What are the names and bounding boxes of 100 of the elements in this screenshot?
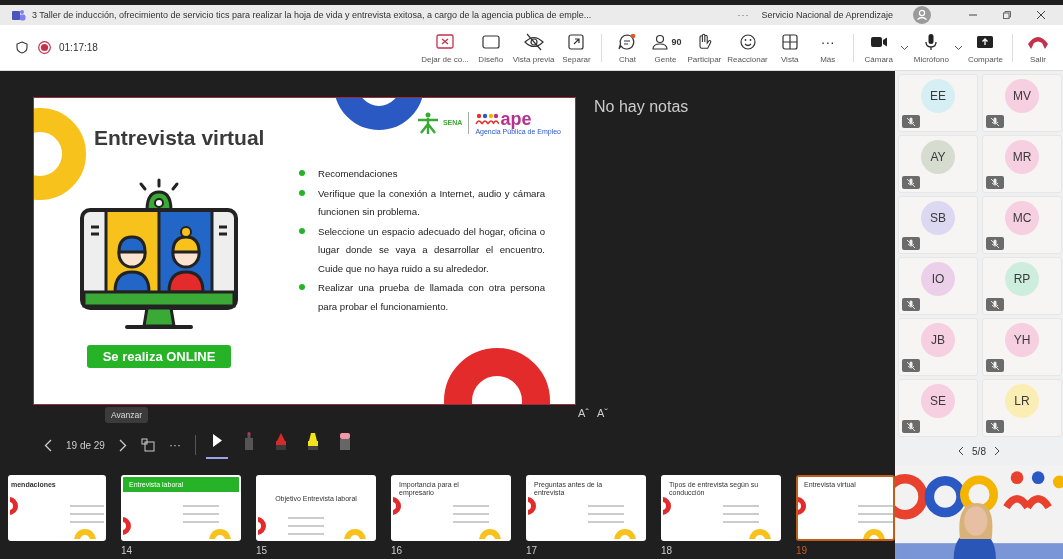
layout-button[interactable]: Diseño bbox=[471, 31, 510, 64]
chevron-right-icon[interactable] bbox=[993, 446, 1000, 456]
text-line bbox=[723, 521, 759, 523]
leave-button[interactable]: Salir bbox=[1019, 31, 1057, 64]
text-line bbox=[453, 505, 489, 507]
participant-avatar: SE bbox=[921, 384, 955, 418]
chat-button[interactable]: Chat bbox=[608, 31, 647, 64]
text-line bbox=[858, 521, 893, 523]
participant-tile[interactable]: SB bbox=[898, 196, 978, 254]
bullet-icon bbox=[299, 170, 305, 176]
camera-button[interactable]: Cámara bbox=[859, 31, 898, 64]
participant-tile[interactable]: JB bbox=[898, 318, 978, 376]
text-line bbox=[723, 505, 759, 507]
tooltip: Avanzar bbox=[105, 407, 149, 423]
slide-number: 15 bbox=[256, 545, 268, 556]
chevron-left-icon[interactable] bbox=[958, 446, 965, 456]
close-icon[interactable] bbox=[1036, 10, 1046, 20]
participant-tile[interactable]: AY bbox=[898, 135, 978, 193]
participant-avatar: MR bbox=[1005, 140, 1039, 174]
bullet-icon bbox=[299, 227, 305, 234]
react-button[interactable]: Reaccionar bbox=[724, 31, 771, 64]
chevron-down-icon[interactable] bbox=[899, 44, 909, 51]
mic-button[interactable]: Micrófono bbox=[910, 31, 952, 64]
text-line bbox=[183, 513, 219, 515]
teams-icon bbox=[12, 9, 26, 21]
slide-number: 19 bbox=[796, 545, 808, 556]
participant-avatar: MV bbox=[1005, 79, 1039, 113]
participant-tile[interactable]: LR bbox=[982, 379, 1062, 437]
meeting-timer: 01:17:18 bbox=[59, 42, 98, 53]
more-button[interactable]: ··· bbox=[737, 10, 750, 20]
bullet-text: Verifique que la conexión a Internet, audio y cámara funcionen sin problema. bbox=[318, 186, 545, 219]
shield-icon bbox=[16, 41, 28, 54]
participant-tile[interactable]: EE bbox=[898, 74, 978, 132]
pointer-tool[interactable] bbox=[205, 431, 228, 459]
text-line bbox=[70, 505, 104, 507]
stop-share-button[interactable]: Dejar de co... bbox=[418, 31, 472, 64]
participant-avatar: IO bbox=[921, 262, 955, 296]
online-badge: Se realiza ONLINE bbox=[86, 345, 232, 368]
text-line bbox=[288, 533, 324, 535]
bullet-text: Recomendaciones bbox=[318, 167, 398, 181]
slide-title: Entrevista virtual bbox=[94, 126, 265, 150]
share-button[interactable]: Comparte bbox=[964, 31, 1006, 64]
text-line bbox=[288, 517, 324, 519]
participant-avatar: RP bbox=[1005, 262, 1039, 296]
eye-off-icon bbox=[522, 31, 545, 52]
participant-avatar: YH bbox=[1005, 323, 1039, 357]
text-line bbox=[288, 525, 324, 527]
text-line bbox=[723, 513, 759, 515]
popout-button[interactable]: Separar bbox=[557, 31, 596, 64]
font-size-button[interactable]: Aˆ bbox=[578, 407, 590, 419]
slide-number: 14 bbox=[121, 545, 133, 556]
text-line bbox=[70, 521, 104, 523]
participant-tile[interactable]: SE bbox=[898, 379, 978, 437]
ape-logo-text: ape bbox=[500, 110, 532, 128]
hand-button[interactable]: Participar bbox=[684, 31, 725, 64]
text-line bbox=[858, 505, 893, 507]
restore-icon[interactable] bbox=[1002, 10, 1012, 20]
more-button[interactable]: ··· Más bbox=[808, 31, 847, 64]
chevron-down-icon[interactable] bbox=[953, 44, 963, 51]
text-line bbox=[588, 505, 624, 507]
view-button[interactable]: Vista bbox=[770, 31, 809, 64]
preview-button[interactable]: Vista previa bbox=[509, 31, 558, 64]
participant-tile[interactable]: RP bbox=[982, 257, 1062, 315]
participant-tile[interactable]: MR bbox=[982, 135, 1062, 193]
more-options-button[interactable]: ··· bbox=[168, 438, 181, 452]
text-line bbox=[183, 521, 219, 523]
text-line bbox=[453, 513, 489, 515]
text-line bbox=[858, 513, 893, 515]
bullet-text: Realizar una prueba de llamada con otra persona para probar el funcionamiento. bbox=[318, 281, 545, 314]
slide-number: 16 bbox=[391, 545, 403, 556]
participant-tile[interactable]: MC bbox=[982, 196, 1062, 254]
bullet-icon bbox=[299, 189, 305, 196]
participant-avatar: JB bbox=[921, 323, 955, 357]
slide-number: 17 bbox=[526, 545, 538, 556]
participant-tile[interactable]: YH bbox=[982, 318, 1062, 376]
text-line bbox=[588, 513, 624, 515]
sena-logo-icon bbox=[415, 111, 440, 134]
participant-avatar: LR bbox=[1005, 384, 1039, 418]
slide-number: 18 bbox=[661, 545, 673, 556]
people-logo-icon bbox=[475, 113, 500, 125]
page-indicator: 5/8 bbox=[972, 445, 986, 457]
page-counter: 19 de 29 bbox=[66, 439, 105, 451]
participant-avatar: SB bbox=[921, 201, 955, 235]
participant-avatar: MC bbox=[1005, 201, 1039, 235]
participant-avatar: EE bbox=[921, 79, 955, 113]
bullet-text: Seleccione un espacio adecuado del hogar, oficina o lugar donde se vaya a desarrollar el encuentro. Cuide que no haya ruido a su alrededor. bbox=[318, 224, 545, 276]
slides-grid-icon[interactable] bbox=[140, 438, 155, 452]
participant-tile[interactable]: IO bbox=[898, 257, 978, 315]
text-line bbox=[70, 513, 104, 515]
bullet-icon bbox=[299, 284, 305, 290]
organization-name: Servicio Nacional de Aprendizaje bbox=[761, 10, 893, 20]
font-size-button[interactable]: Aˇ bbox=[597, 407, 609, 419]
participant-tile[interactable]: MV bbox=[982, 74, 1062, 132]
people-button[interactable]: 90 Gente bbox=[646, 31, 685, 64]
stop-sharing-icon bbox=[434, 31, 456, 52]
text-line bbox=[588, 521, 624, 523]
account-avatar-icon[interactable] bbox=[913, 6, 931, 24]
participant-avatar: AY bbox=[921, 140, 955, 174]
text-line bbox=[183, 505, 219, 507]
notes-text: No hay notas bbox=[594, 98, 689, 117]
